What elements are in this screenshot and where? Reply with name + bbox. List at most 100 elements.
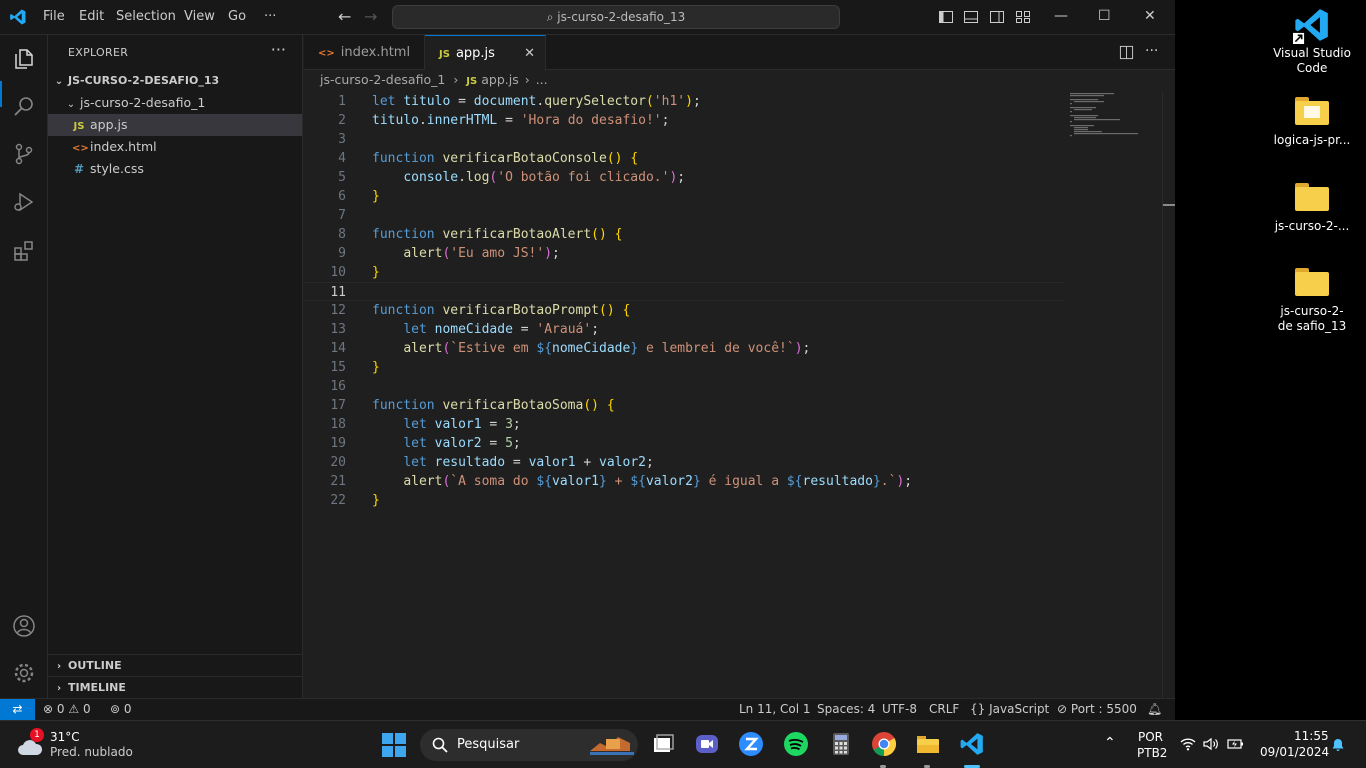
back-arrow-icon[interactable]: ← <box>338 7 351 26</box>
code-line[interactable]: 7 <box>304 206 1064 225</box>
battery-icon[interactable] <box>1227 737 1245 751</box>
spotify-icon[interactable] <box>783 731 809 757</box>
zoom-app-icon[interactable] <box>738 731 764 757</box>
volume-icon[interactable] <box>1203 737 1219 751</box>
code-line[interactable]: 21 alert(`A soma do ${valor1} + ${valor2… <box>304 472 1064 491</box>
command-center-search[interactable]: ⌕ js-curso-2-desafio_13 <box>392 5 840 29</box>
code-text: } <box>372 265 380 280</box>
task-view-icon[interactable] <box>650 731 676 757</box>
settings-gear-icon[interactable] <box>12 661 36 685</box>
code-line[interactable]: 20 let resultado = valor1 + valor2; <box>304 453 1064 472</box>
code-line[interactable]: 19 let valor2 = 5; <box>304 434 1064 453</box>
menu-edit[interactable]: Edit <box>79 9 104 24</box>
language-code[interactable]: POR <box>1138 730 1163 744</box>
minimize-button[interactable]: — <box>1054 8 1068 24</box>
search-view-icon[interactable] <box>12 94 36 118</box>
minimap[interactable] <box>1068 92 1160 142</box>
menu-selection[interactable]: Selection <box>116 9 176 24</box>
forward-arrow-icon[interactable]: → <box>364 7 377 26</box>
breadcrumb-file[interactable]: app.js <box>481 72 519 87</box>
file-row-app-js[interactable]: JS app.js <box>48 114 302 136</box>
calculator-icon[interactable] <box>828 731 854 757</box>
file-row-index-html[interactable]: <>index.html <box>48 136 302 158</box>
desktop-folder-js-curso-2-desafio-13[interactable]: js-curso-2-de safio_13 <box>1267 268 1357 334</box>
code-line[interactable]: 9 alert('Eu amo JS!'); <box>304 244 1064 263</box>
file-explorer-icon[interactable] <box>915 731 941 757</box>
ports-indicator[interactable]: ⊚ 0 <box>110 699 132 720</box>
workspace-root[interactable]: ⌄ JS-CURSO-2-DESAFIO_13 <box>48 70 302 92</box>
code-line[interactable]: 5 console.log('O botão foi clicado.'); <box>304 168 1064 187</box>
code-line[interactable]: 1 let titulo = document.querySelector('h1… <box>304 92 1064 111</box>
encoding[interactable]: UTF-8 <box>882 699 917 720</box>
code-line[interactable]: 3 <box>304 130 1064 149</box>
outline-section[interactable]: › OUTLINE <box>48 654 302 676</box>
close-button[interactable]: ✕ <box>1144 8 1156 24</box>
editor-more-button[interactable]: ··· <box>1145 43 1158 59</box>
notification-bell-icon[interactable] <box>1331 738 1345 752</box>
code-line[interactable]: 10} <box>304 263 1064 282</box>
maximize-button[interactable]: ☐ <box>1098 8 1111 24</box>
line-ending[interactable]: CRLF <box>929 699 959 720</box>
meet-video-icon[interactable] <box>694 731 720 757</box>
code-line[interactable]: 11 <box>304 282 1064 301</box>
source-control-icon[interactable] <box>12 142 36 166</box>
menu-more[interactable]: ··· <box>264 9 276 24</box>
problems-indicator[interactable]: ⊗ 0 ⚠ 0 <box>43 699 91 720</box>
indentation[interactable]: Spaces: 4 <box>817 699 875 720</box>
code-line[interactable]: 8 function verificarBotaoAlert() { <box>304 225 1064 244</box>
desktop-folder-logica[interactable]: logica-js-pr... <box>1267 97 1357 148</box>
menu-view[interactable]: View <box>184 9 215 24</box>
code-line[interactable]: 17 function verificarBotaoSoma() { <box>304 396 1064 415</box>
remote-indicator-icon[interactable]: ⇄ <box>0 699 35 720</box>
run-debug-icon[interactable] <box>12 190 36 214</box>
live-server-port[interactable]: ⊘ Port : 5500 <box>1057 699 1137 720</box>
extensions-icon[interactable] <box>12 239 36 263</box>
wifi-icon[interactable] <box>1180 737 1196 751</box>
file-row-style-css[interactable]: # style.css <box>48 158 302 180</box>
chrome-icon[interactable] <box>871 731 897 757</box>
language-mode[interactable]: {} JavaScript <box>970 699 1049 720</box>
timeline-section[interactable]: › TIMELINE <box>48 676 302 698</box>
code-line[interactable]: 12 function verificarBotaoPrompt() { <box>304 301 1064 320</box>
code-line[interactable]: 14 alert(`Estive em ${nomeCidade} e lemb… <box>304 339 1064 358</box>
close-tab-icon[interactable]: ✕ <box>524 36 535 71</box>
clock-date[interactable]: 09/01/2024 <box>1260 745 1329 759</box>
chevron-up-icon[interactable]: ⌃ <box>1104 735 1116 751</box>
customize-layout-icon[interactable] <box>1015 9 1031 25</box>
toggle-secondary-sidebar-icon[interactable] <box>989 9 1005 25</box>
vscode-taskbar-icon[interactable] <box>959 731 985 757</box>
line-number: 12 <box>330 303 346 318</box>
code-editor[interactable]: 1 let titulo = document.querySelector('h1… <box>304 92 1064 510</box>
start-menu-windows-icon[interactable] <box>382 733 406 757</box>
explorer-more-button[interactable]: ··· <box>271 40 286 59</box>
cursor-position[interactable]: Ln 11, Col 1 <box>739 699 811 720</box>
vscode-window: File Edit Selection View Go ··· ← → ⌕ js… <box>0 0 1175 720</box>
folder-row[interactable]: ⌄ js-curso-2-desafio_1 <box>48 92 302 114</box>
desktop-shortcut-vscode[interactable]: Visual Studio Code <box>1267 6 1357 76</box>
toggle-sidebar-icon[interactable] <box>938 9 954 25</box>
toggle-panel-icon[interactable] <box>963 9 979 25</box>
code-line[interactable]: 15} <box>304 358 1064 377</box>
code-line[interactable]: 22} <box>304 491 1064 510</box>
vertical-scrollbar[interactable] <box>1162 92 1175 698</box>
split-editor-icon[interactable] <box>1119 45 1134 60</box>
code-line[interactable]: 18 let valor1 = 3; <box>304 415 1064 434</box>
notifications-bell-icon[interactable]: 🔔︎ <box>1147 699 1162 720</box>
accounts-icon[interactable] <box>12 614 36 638</box>
keyboard-layout[interactable]: PTB2 <box>1137 746 1167 760</box>
code-line[interactable]: 16 <box>304 377 1064 396</box>
tab-index-html[interactable]: <> index.html <box>304 35 425 70</box>
code-line[interactable]: 2 titulo.innerHTML = 'Hora do desafio!'; <box>304 111 1064 130</box>
taskbar-search[interactable]: Pesquisar <box>420 729 638 761</box>
tab-app-js[interactable]: JS app.js ✕ <box>425 35 546 71</box>
breadcrumb-folder[interactable]: js-curso-2-desafio_1 <box>320 72 445 87</box>
clock-time[interactable]: 11:55 <box>1294 729 1329 743</box>
explorer-icon[interactable] <box>12 47 36 71</box>
menu-go[interactable]: Go <box>228 9 246 24</box>
weather-widget[interactable]: 1 31°C Pred. nublado <box>14 728 164 763</box>
desktop-folder-js-curso-2[interactable]: js-curso-2-... <box>1267 183 1357 234</box>
code-line[interactable]: 13 let nomeCidade = 'Arauá'; <box>304 320 1064 339</box>
code-line[interactable]: 6} <box>304 187 1064 206</box>
menu-file[interactable]: File <box>43 9 65 24</box>
code-line[interactable]: 4 function verificarBotaoConsole() { <box>304 149 1064 168</box>
